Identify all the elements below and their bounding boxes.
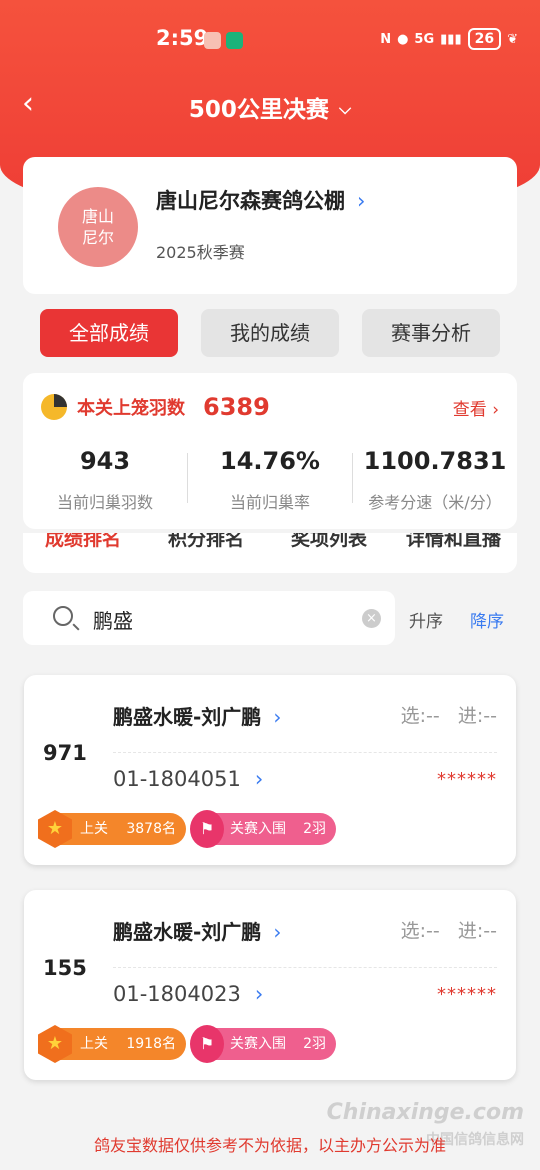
signal-icon: ▮▮▮ xyxy=(440,31,462,47)
checkered-flag-icon: ⚑ xyxy=(190,1025,224,1063)
notification-app-icon-2 xyxy=(226,32,243,49)
subtab-ranking[interactable]: 成绩排名 xyxy=(45,533,121,551)
star-icon: ★ xyxy=(38,810,72,848)
chevron-right-icon: › xyxy=(492,400,499,420)
result-name[interactable]: 鹏盛水暖-刘广鹏 › xyxy=(113,916,281,945)
tab-race-analysis[interactable]: 赛事分析 xyxy=(362,309,500,357)
nav-bar: ‹ 500公里决赛 ⌵ xyxy=(0,82,540,128)
stat-returned-count: 943 当前归巢羽数 xyxy=(56,447,153,512)
result-speed: ****** xyxy=(437,769,497,790)
subtab-points[interactable]: 积分排名 xyxy=(168,533,244,551)
stats-label: 本关上笼羽数 xyxy=(77,398,185,419)
search-value: 鹏盛 xyxy=(93,609,133,633)
result-name[interactable]: 鹏盛水暖-刘广鹏 › xyxy=(113,701,281,730)
checkered-flag-icon: ⚑ xyxy=(190,810,224,848)
page-title: 500公里决赛 xyxy=(188,97,329,123)
club-name[interactable]: 唐山尼尔森赛鸽公棚 › xyxy=(156,185,365,215)
star-icon: ★ xyxy=(38,1025,72,1063)
chevron-right-icon: › xyxy=(273,705,282,729)
search-icon xyxy=(53,606,73,626)
qualified-badge: ⚑ 关赛入围 2羽 xyxy=(190,810,336,848)
leaf-icon: ❦ xyxy=(507,31,518,47)
result-rank: 971 xyxy=(43,741,87,765)
nfc-icon: N xyxy=(380,31,392,47)
chevron-right-icon: › xyxy=(254,767,264,791)
stats-total: 6389 xyxy=(203,393,270,421)
chevron-down-icon: ⌵ xyxy=(338,99,352,118)
result-ring-number[interactable]: 01-1804051 › xyxy=(113,767,263,791)
search-input[interactable]: 鹏盛 × xyxy=(23,591,395,645)
view-button[interactable]: 查看 › xyxy=(453,395,499,420)
result-rank: 155 xyxy=(43,956,87,980)
network-label: 5G xyxy=(414,31,435,47)
chevron-right-icon: › xyxy=(357,189,366,213)
club-logo: 唐山尼尔 xyxy=(58,187,138,267)
sub-tabs: 成绩排名 积分排名 奖项列表 详情和直播 xyxy=(23,533,517,573)
location-icon: ● xyxy=(397,31,409,47)
rank-badge: ★ 上关 3878名 xyxy=(38,810,186,848)
sort-desc-button[interactable]: 降序 xyxy=(470,607,504,632)
stats-card: 本关上笼羽数 6389 查看 › 943 当前归巢羽数 14.76% 当前归巢率… xyxy=(23,373,517,529)
rank-badge: ★ 上关 1918名 xyxy=(38,1025,186,1063)
result-speed: ****** xyxy=(437,984,497,1005)
result-select-enter: 选:-- 进:-- xyxy=(400,920,497,942)
tab-all-results[interactable]: 全部成绩 xyxy=(40,309,178,357)
subtab-awards[interactable]: 奖项列表 xyxy=(291,533,367,551)
result-card[interactable]: 971 鹏盛水暖-刘广鹏 › 选:-- 进:-- 01-1804051 › ****… xyxy=(24,675,516,865)
stat-reference-speed: 1100.7831 参考分速（米/分） xyxy=(363,447,507,512)
status-time: 2:59 xyxy=(156,26,209,50)
status-bar: 2:59 N ● 5G ▮▮▮ 26 ❦ xyxy=(0,24,540,58)
race-title-dropdown[interactable]: 500公里决赛 ⌵ xyxy=(0,90,540,124)
pie-chart-icon xyxy=(41,394,67,420)
sort-asc-button[interactable]: 升序 xyxy=(409,607,443,632)
subtab-live[interactable]: 详情和直播 xyxy=(406,533,501,551)
divider xyxy=(113,967,497,968)
battery-level: 26 xyxy=(467,28,502,50)
result-select-enter: 选:-- 进:-- xyxy=(400,705,497,727)
clear-icon[interactable]: × xyxy=(362,609,381,628)
footer-disclaimer: 鸽友宝数据仅供参考不为依据，以主办方公示为准 xyxy=(93,1136,446,1155)
club-card[interactable]: 唐山尼尔 唐山尼尔森赛鸽公棚 › 2025秋季赛 xyxy=(23,157,517,294)
notification-app-icon xyxy=(204,32,221,49)
divider xyxy=(113,752,497,753)
chevron-right-icon: › xyxy=(273,920,282,944)
stat-return-rate: 14.76% 当前归巢率 xyxy=(220,447,320,512)
chevron-right-icon: › xyxy=(254,982,264,1006)
club-season: 2025秋季赛 xyxy=(156,243,245,262)
result-card[interactable]: 155 鹏盛水暖-刘广鹏 › 选:-- 进:-- 01-1804023 › ****… xyxy=(24,890,516,1080)
qualified-badge: ⚑ 关赛入围 2羽 xyxy=(190,1025,336,1063)
result-ring-number[interactable]: 01-1804023 › xyxy=(113,982,263,1006)
tab-my-results[interactable]: 我的成绩 xyxy=(201,309,339,357)
